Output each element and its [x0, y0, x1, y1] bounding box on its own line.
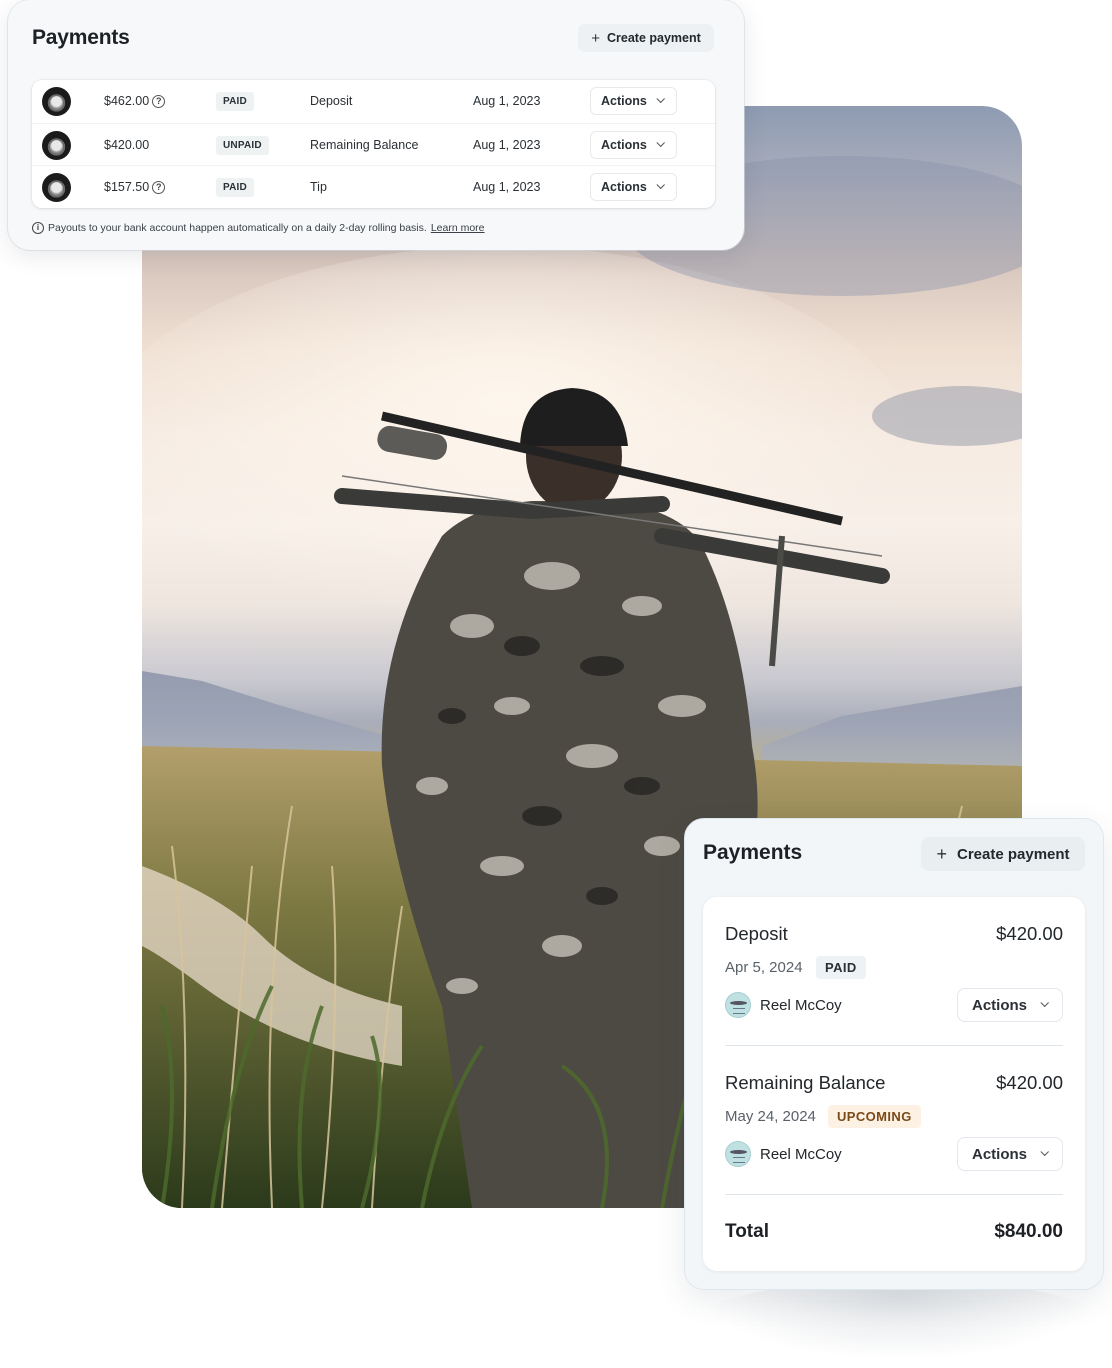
total-label: Total [725, 1221, 769, 1242]
table-row: $462.00 ? PAID Deposit Aug 1, 2023 Actio… [32, 80, 715, 123]
payout-footnote: i Payouts to your bank account happen au… [32, 222, 485, 234]
chevron-down-icon [656, 94, 665, 104]
help-circle-icon[interactable]: ? [152, 94, 166, 108]
description-cell: Tip [310, 180, 327, 194]
payment-date: Apr 5, 2024 [725, 959, 803, 976]
amount-cell: $420.00 [104, 138, 149, 152]
payments-summary-card: Payments + Create payment Deposit $420.0… [684, 818, 1104, 1290]
learn-more-link[interactable]: Learn more [431, 222, 485, 234]
actions-dropdown-button[interactable]: Actions [957, 1137, 1063, 1171]
amount-value: $462.00 [104, 94, 150, 108]
payment-name: Remaining Balance [725, 1072, 886, 1093]
plus-icon: + [591, 29, 600, 47]
user-avatar [42, 131, 71, 160]
user-avatar [42, 87, 71, 116]
create-payment-label: Create payment [956, 845, 1070, 863]
chevron-down-icon [1040, 1147, 1049, 1157]
total-amount: $840.00 [994, 1221, 1063, 1242]
status-badge: PAID [216, 178, 254, 197]
actions-label: Actions [972, 996, 1028, 1014]
payer-name: Reel McCoy [760, 1145, 842, 1163]
description-cell: Deposit [310, 94, 353, 108]
chevron-down-icon [656, 180, 665, 190]
payments-table-card: Payments + Create payment $462.00 ? PAID… [8, 0, 744, 250]
payments-list: Deposit $420.00 Apr 5, 2024 PAID Reel Mc… [703, 897, 1085, 1271]
plus-icon: + [936, 843, 947, 864]
date-cell: Aug 1, 2023 [473, 180, 541, 194]
actions-dropdown-button[interactable]: Actions [590, 173, 677, 201]
table-row: $420.00 UNPAID Remaining Balance Aug 1, … [32, 123, 715, 166]
payment-name: Deposit [725, 923, 788, 944]
actions-dropdown-button[interactable]: Actions [957, 988, 1063, 1022]
date-cell: Aug 1, 2023 [473, 94, 541, 108]
card-title: Payments [32, 26, 130, 49]
description-cell: Remaining Balance [310, 138, 419, 152]
actions-label: Actions [972, 1145, 1028, 1163]
actions-label: Actions [601, 138, 647, 152]
amount-value: $420.00 [104, 138, 150, 152]
date-cell: Aug 1, 2023 [473, 138, 541, 152]
actions-dropdown-button[interactable]: Actions [590, 131, 677, 159]
amount-cell: $157.50 ? [104, 180, 166, 194]
payment-amount: $420.00 [996, 923, 1063, 944]
table-row: $157.50 ? PAID Tip Aug 1, 2023 Actions [32, 165, 715, 208]
user-avatar [42, 173, 71, 202]
create-payment-button[interactable]: + Create payment [921, 837, 1085, 871]
status-badge: UNPAID [216, 136, 269, 155]
status-badge: UPCOMING [828, 1105, 921, 1128]
card-title: Payments [703, 841, 803, 864]
create-payment-label: Create payment [606, 31, 701, 45]
payment-date: May 24, 2024 [725, 1108, 816, 1125]
status-badge: PAID [216, 92, 254, 111]
payer-name: Reel McCoy [760, 996, 842, 1014]
payments-table: $462.00 ? PAID Deposit Aug 1, 2023 Actio… [32, 80, 715, 208]
amount-value: $157.50 [104, 180, 150, 194]
payment-item: Remaining Balance $420.00 May 24, 2024 U… [725, 1046, 1063, 1176]
card-shadow [700, 1280, 1100, 1360]
payer-logo-avatar [725, 1141, 751, 1167]
divider [725, 1194, 1063, 1195]
payer-logo-avatar [725, 992, 751, 1018]
status-badge: PAID [816, 956, 866, 979]
footnote-text: Payouts to your bank account happen auto… [48, 222, 427, 234]
payer: Reel McCoy [725, 992, 842, 1018]
amount-cell: $462.00 ? [104, 94, 166, 108]
help-circle-icon[interactable]: ? [152, 180, 166, 194]
create-payment-button[interactable]: + Create payment [578, 24, 714, 52]
actions-dropdown-button[interactable]: Actions [590, 87, 677, 115]
chevron-down-icon [1040, 998, 1049, 1008]
payment-amount: $420.00 [996, 1072, 1063, 1093]
actions-label: Actions [601, 94, 647, 108]
info-icon: i [32, 222, 44, 234]
chevron-down-icon [656, 138, 665, 148]
payment-item: Deposit $420.00 Apr 5, 2024 PAID Reel Mc… [725, 897, 1063, 1027]
payer: Reel McCoy [725, 1141, 842, 1167]
actions-label: Actions [601, 180, 647, 194]
